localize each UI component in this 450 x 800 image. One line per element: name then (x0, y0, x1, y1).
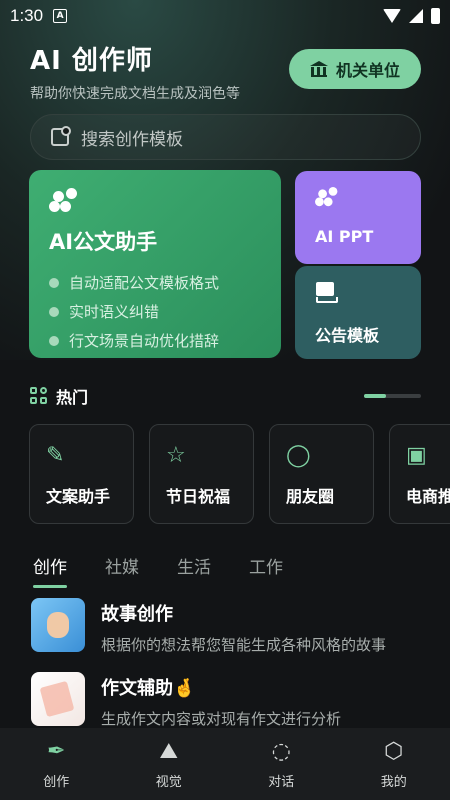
tab-life[interactable]: 生活 (177, 553, 211, 588)
hot-section-header: 热门 (30, 384, 88, 408)
ai-sparkle-icon: ✦ (315, 187, 338, 208)
pen-sparkle-icon: ✎ (46, 443, 65, 468)
search-icon (51, 126, 71, 146)
list-item-desc: 根据你的想法帮您智能生成各种风格的故事 (101, 636, 387, 654)
nav-label: 创作 (43, 774, 70, 790)
list-item-essay[interactable]: 作文辅助🤞 生成作文内容或对现有作文进行分析 (31, 672, 421, 728)
status-time: 1:30 (10, 6, 44, 25)
tab-work[interactable]: 工作 (249, 553, 283, 588)
hot-item-holiday-greetings[interactable]: ☆ 节日祝福 (149, 424, 254, 524)
ai-sparkle-icon: ✦ (49, 188, 77, 214)
feature-item: 实时语义纠错 (49, 297, 261, 326)
tab-creation[interactable]: 创作 (33, 553, 67, 588)
bullet-dot (49, 306, 59, 317)
search-placeholder: 搜索创作模板 (81, 129, 183, 150)
feature-text: 行文场景自动优化措辞 (69, 332, 220, 350)
org-unit-button[interactable]: 机关单位 (289, 49, 421, 89)
list-item-desc: 生成作文内容或对现有作文进行分析 (101, 710, 342, 728)
hot-title: 热门 (56, 388, 89, 407)
header: AI 创作师 帮助你快速完成文档生成及润色等 (30, 40, 240, 103)
search-bar[interactable]: 搜索创作模板 (30, 114, 421, 160)
nav-visual[interactable]: ⛰ 视觉 (129, 739, 209, 790)
app-subtitle: 帮助你快速完成文档生成及润色等 (30, 86, 240, 102)
scroll-indicator-fill (364, 394, 386, 398)
feature-text: 自动适配公文模板格式 (69, 274, 220, 292)
list-item-story[interactable]: 故事创作 根据你的想法帮您智能生成各种风格的故事 (31, 598, 421, 654)
feature-list: 自动适配公文模板格式 实时语义纠错 行文场景自动优化措辞 (49, 268, 261, 355)
status-bar: 1:30 A (0, 0, 450, 32)
bullet-dot (49, 335, 59, 346)
package-icon: ▣ (406, 443, 427, 468)
signal-icon (409, 9, 423, 23)
nav-creation[interactable]: ✒ 创作 (16, 739, 96, 790)
hot-item-label: 电商推 (406, 487, 450, 506)
nav-label: 视觉 (155, 774, 182, 790)
nav-chat[interactable]: ◌ 对话 (241, 739, 321, 790)
hot-item-moments[interactable]: ◯ 朋友圈 (269, 424, 374, 524)
star-sparkle-icon: ☆ (166, 443, 186, 468)
essay-thumbnail (31, 672, 85, 726)
notification-icon: A (53, 9, 68, 23)
list-item-title: 故事创作 (101, 604, 173, 625)
hot-item-label: 节日祝福 (166, 487, 231, 506)
battery-icon (431, 8, 440, 24)
card-main-title: AI公文助手 (49, 230, 158, 254)
story-thumbnail (31, 598, 85, 652)
chat-bubble-icon: ◌ (271, 738, 291, 764)
feature-text: 实时语义纠错 (69, 303, 160, 321)
nav-label: 对话 (268, 774, 295, 790)
notice-template-card[interactable]: 公告模板 (295, 266, 421, 359)
book-icon (315, 282, 338, 303)
ai-document-assistant-card[interactable]: ✦ AI公文助手 自动适配公文模板格式 实时语义纠错 行文场景自动优化措辞 (29, 170, 281, 358)
nav-label: 我的 (380, 774, 407, 790)
nav-profile[interactable]: ⬡ 我的 (354, 739, 434, 790)
hot-item-ecommerce[interactable]: ▣ 电商推 (389, 424, 450, 524)
wifi-icon (383, 9, 401, 23)
hexagon-icon: ⬡ (384, 738, 404, 764)
hot-item-label: 文案助手 (46, 487, 111, 506)
feather-icon: ✒ (47, 738, 66, 764)
feature-item: 行文场景自动优化措辞 (49, 326, 261, 355)
org-unit-label: 机关单位 (335, 61, 400, 80)
tab-social[interactable]: 社媒 (105, 553, 139, 588)
ai-ppt-card[interactable]: ✦ AI PPT (295, 171, 421, 264)
category-tabs: 创作 社媒 生活 工作 (33, 553, 283, 588)
card-ppt-title: AI PPT (315, 227, 374, 246)
list-item-title: 作文辅助🤞 (101, 678, 196, 699)
grid-icon (30, 387, 48, 405)
app-title: AI 创作师 (30, 46, 153, 76)
hot-item-copywriting[interactable]: ✎ 文案助手 (29, 424, 134, 524)
chat-search-icon: ◯ (286, 443, 311, 468)
bottom-navigation: ✒ 创作 ⛰ 视觉 ◌ 对话 ⬡ 我的 (0, 728, 450, 800)
card-notice-title: 公告模板 (315, 326, 380, 345)
feature-item: 自动适配公文模板格式 (49, 268, 261, 297)
bullet-dot (49, 277, 59, 288)
hot-item-label: 朋友圈 (286, 487, 335, 506)
hot-scroll-indicator (364, 394, 421, 398)
mountain-sparkle-icon: ⛰ (159, 738, 178, 764)
bank-icon (309, 61, 328, 77)
